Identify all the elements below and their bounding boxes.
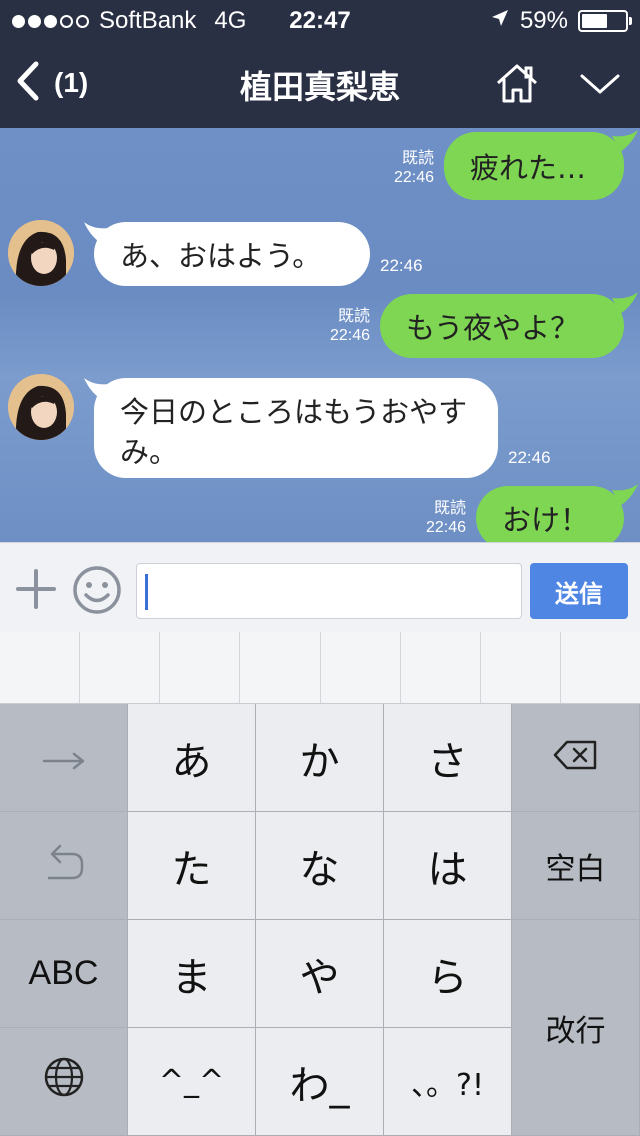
avatar[interactable] <box>8 374 74 440</box>
kana-key[interactable]: た <box>128 812 256 920</box>
kana-keyboard: ABC あ か さ た な は ま や ら ^_^ わ_ 、。?! 空白 改行 <box>0 704 640 1136</box>
kana-key[interactable]: あ <box>128 704 256 812</box>
home-icon <box>494 64 540 108</box>
abc-key[interactable]: ABC <box>0 920 128 1028</box>
my-message-bubble[interactable]: 疲れた… <box>444 132 624 200</box>
backspace-icon <box>553 735 599 781</box>
battery-icon <box>578 10 632 32</box>
bubble-tail <box>612 484 638 506</box>
candidate-slot[interactable] <box>0 632 79 703</box>
arrow-right-icon <box>42 735 86 781</box>
message-text: おけ！ <box>502 503 590 537</box>
return-key[interactable]: 改行 <box>512 920 640 1136</box>
attach-button[interactable] <box>14 567 58 615</box>
message-meta: 既読 22:46 <box>402 498 466 538</box>
kaomoji-key[interactable]: ^_^ <box>128 1028 256 1136</box>
read-receipt: 既読 <box>433 498 466 517</box>
their-message-bubble[interactable]: 今日のところはもうおやすみ。 <box>94 378 498 478</box>
candidate-slot[interactable] <box>399 632 480 703</box>
message-text: あ、おはよう。 <box>120 239 322 273</box>
read-receipt: 既読 <box>401 148 434 167</box>
kana-key[interactable]: ま <box>128 920 256 1028</box>
kana-key[interactable]: は <box>384 812 512 920</box>
candidate-slot[interactable] <box>159 632 239 703</box>
battery-level <box>582 14 607 28</box>
globe-key[interactable] <box>0 1028 128 1136</box>
kana-key[interactable]: な <box>256 812 384 920</box>
delete-key[interactable] <box>512 704 640 812</box>
read-receipt: 既読 <box>337 306 370 325</box>
my-message-bubble[interactable]: もう夜やよ？ <box>380 294 624 358</box>
conversion-candidate-bar <box>0 632 640 704</box>
emoji-button[interactable] <box>72 565 122 619</box>
menu-toggle-button[interactable] <box>578 70 622 102</box>
their-message-bubble[interactable]: あ、おはよう。 <box>94 222 370 286</box>
my-message-bubble[interactable]: おけ！ <box>476 486 624 542</box>
chat-title: 植田真梨恵 <box>239 68 400 106</box>
plus-icon <box>14 569 58 615</box>
message-time: 22:46 <box>329 327 370 344</box>
message-input[interactable] <box>136 563 522 619</box>
avatar[interactable] <box>8 220 74 286</box>
undo-icon <box>42 840 86 892</box>
message-meta: 既読 22:46 <box>370 148 434 188</box>
candidate-slot[interactable] <box>559 632 640 703</box>
chat-header: (1) 植田真梨恵 <box>0 40 640 128</box>
message-input-bar: 送信 <box>0 542 640 632</box>
message-meta: 既読 22:46 <box>306 306 370 346</box>
message-text: もう夜やよ？ <box>406 311 580 345</box>
chevron-down-icon <box>578 74 622 102</box>
candidate-slot[interactable] <box>319 632 400 703</box>
candidate-slot[interactable] <box>79 632 159 703</box>
punctuation-key[interactable]: 、。?! <box>384 1028 512 1136</box>
status-bar: SoftBank 4G 22:47 59% <box>0 0 640 40</box>
bubble-tail <box>612 130 638 152</box>
send-button[interactable]: 送信 <box>530 563 628 619</box>
message-text: 疲れた… <box>470 151 587 185</box>
kana-key[interactable]: わ_ <box>256 1028 384 1136</box>
kana-key[interactable]: や <box>256 920 384 1028</box>
chat-area[interactable]: 既読 22:46 疲れた… あ、おはよう。 22:46 既読 22:46 もう夜… <box>0 128 640 542</box>
space-key[interactable]: 空白 <box>512 812 640 920</box>
candidate-slot[interactable] <box>239 632 319 703</box>
message-text: 今日のところはもうおやすみ。 <box>120 395 468 469</box>
kana-key[interactable]: か <box>256 704 384 812</box>
bubble-tail <box>612 292 638 314</box>
next-candidate-key[interactable] <box>0 704 128 812</box>
undo-key[interactable] <box>0 812 128 920</box>
message-time: 22:46 <box>425 519 466 536</box>
smiley-icon <box>72 566 122 619</box>
kana-key[interactable]: ら <box>384 920 512 1028</box>
kana-key[interactable]: さ <box>384 704 512 812</box>
candidate-slot[interactable] <box>479 632 560 703</box>
text-cursor <box>145 574 148 610</box>
globe-icon <box>43 1056 85 1108</box>
home-button[interactable] <box>494 62 540 108</box>
battery-percent: 59% <box>519 7 568 34</box>
message-time: 22:46 <box>380 256 423 275</box>
message-time: 22:46 <box>508 448 551 467</box>
location-arrow-icon <box>490 7 510 35</box>
message-time: 22:46 <box>393 169 434 186</box>
